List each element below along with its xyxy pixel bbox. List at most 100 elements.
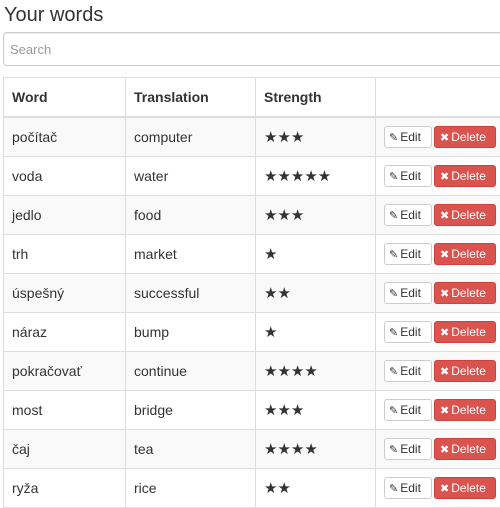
- delete-button-label: Delete: [451, 364, 486, 378]
- delete-button-label: Delete: [451, 325, 486, 339]
- table-row: mostbridge★★★✎Edit✖Delete: [4, 391, 500, 430]
- pencil-icon: ✎: [389, 365, 398, 378]
- actions-cell: ✎Edit✖Delete: [376, 352, 500, 391]
- actions-cell: ✎Edit✖Delete: [376, 157, 500, 196]
- edit-button[interactable]: ✎Edit: [384, 126, 432, 148]
- edit-button[interactable]: ✎Edit: [384, 165, 432, 187]
- delete-button[interactable]: ✖Delete: [434, 438, 496, 460]
- delete-button-label: Delete: [451, 442, 486, 456]
- strength-cell: ★★★★: [256, 430, 376, 469]
- actions-cell: ✎Edit✖Delete: [376, 391, 500, 430]
- strength-stars-icon: ★: [264, 323, 277, 341]
- times-icon: ✖: [440, 209, 449, 222]
- translation-cell: tea: [126, 430, 256, 469]
- edit-button[interactable]: ✎Edit: [384, 438, 432, 460]
- pencil-icon: ✎: [389, 404, 398, 417]
- strength-stars-icon: ★★★: [264, 401, 304, 419]
- strength-cell: ★★★: [256, 196, 376, 235]
- translation-cell: market: [126, 235, 256, 274]
- translation-cell: bump: [126, 313, 256, 352]
- strength-stars-icon: ★★★★: [264, 362, 318, 380]
- times-icon: ✖: [440, 404, 449, 417]
- strength-cell: ★★★: [256, 117, 376, 157]
- strength-cell: ★★★: [256, 391, 376, 430]
- edit-button[interactable]: ✎Edit: [384, 399, 432, 421]
- word-cell: jedlo: [4, 196, 126, 235]
- translation-cell: successful: [126, 274, 256, 313]
- word-cell: trh: [4, 235, 126, 274]
- word-cell: náraz: [4, 313, 126, 352]
- delete-button[interactable]: ✖Delete: [434, 321, 496, 343]
- table-row: nárazbump ★ ✎Edit✖Delete: [4, 313, 500, 352]
- strength-cell: ★★: [256, 274, 376, 313]
- edit-button[interactable]: ✎Edit: [384, 360, 432, 382]
- edit-button-label: Edit: [400, 403, 421, 417]
- strength-cell: ★★★★★: [256, 157, 376, 196]
- table-header-row: Word Translation Strength: [4, 78, 500, 118]
- word-cell: úspešný: [4, 274, 126, 313]
- edit-button[interactable]: ✎Edit: [384, 243, 432, 265]
- pencil-icon: ✎: [389, 131, 398, 144]
- delete-button[interactable]: ✖Delete: [434, 243, 496, 265]
- search-input[interactable]: [3, 32, 500, 66]
- edit-button[interactable]: ✎Edit: [384, 204, 432, 226]
- times-icon: ✖: [440, 170, 449, 183]
- pencil-icon: ✎: [389, 248, 398, 261]
- word-cell: ryža: [4, 469, 126, 508]
- strength-stars-icon: ★★★: [264, 128, 304, 146]
- strength-cell: ★: [256, 235, 376, 274]
- strength-stars-icon: ★: [264, 245, 277, 263]
- pencil-icon: ✎: [389, 209, 398, 222]
- delete-button[interactable]: ✖Delete: [434, 282, 496, 304]
- page-title: Your words: [4, 4, 103, 26]
- table-row: ryžarice★★✎Edit✖Delete: [4, 469, 500, 508]
- times-icon: ✖: [440, 287, 449, 300]
- words-table: Word Translation Strength počítačcompute…: [3, 77, 500, 508]
- delete-button[interactable]: ✖Delete: [434, 477, 496, 499]
- word-cell: počítač: [4, 117, 126, 157]
- translation-cell: bridge: [126, 391, 256, 430]
- delete-button-label: Delete: [451, 130, 486, 144]
- actions-cell: ✎Edit✖Delete: [376, 196, 500, 235]
- times-icon: ✖: [440, 248, 449, 261]
- translation-cell: rice: [126, 469, 256, 508]
- delete-button[interactable]: ✖Delete: [434, 204, 496, 226]
- edit-button[interactable]: ✎Edit: [384, 282, 432, 304]
- table-row: trhmarket★✎Edit✖Delete: [4, 235, 500, 274]
- translation-cell: food: [126, 196, 256, 235]
- edit-button-label: Edit: [400, 442, 421, 456]
- pencil-icon: ✎: [389, 326, 398, 339]
- word-cell: voda: [4, 157, 126, 196]
- pencil-icon: ✎: [389, 443, 398, 456]
- word-cell: most: [4, 391, 126, 430]
- actions-cell: ✎Edit✖Delete: [376, 469, 500, 508]
- delete-button[interactable]: ✖Delete: [434, 399, 496, 421]
- translation-cell: water: [126, 157, 256, 196]
- delete-button-label: Delete: [451, 403, 486, 417]
- edit-button[interactable]: ✎Edit: [384, 477, 432, 499]
- delete-button[interactable]: ✖Delete: [434, 165, 496, 187]
- strength-cell: ★: [256, 313, 376, 352]
- times-icon: ✖: [440, 365, 449, 378]
- delete-button-label: Delete: [451, 286, 486, 300]
- edit-button-label: Edit: [400, 364, 421, 378]
- edit-button-label: Edit: [400, 286, 421, 300]
- pencil-icon: ✎: [389, 170, 398, 183]
- strength-stars-icon: ★★: [264, 284, 291, 302]
- delete-button[interactable]: ✖Delete: [434, 360, 496, 382]
- delete-button-label: Delete: [451, 208, 486, 222]
- strength-cell: ★★: [256, 469, 376, 508]
- actions-cell: ✎Edit✖Delete: [376, 274, 500, 313]
- actions-cell: ✎Edit✖Delete: [376, 117, 500, 157]
- actions-cell: ✎Edit✖Delete: [376, 430, 500, 469]
- translation-cell: computer: [126, 117, 256, 157]
- delete-button-label: Delete: [451, 169, 486, 183]
- word-cell: pokračovať: [4, 352, 126, 391]
- times-icon: ✖: [440, 443, 449, 456]
- edit-button[interactable]: ✎Edit: [384, 321, 432, 343]
- times-icon: ✖: [440, 131, 449, 144]
- delete-button[interactable]: ✖Delete: [434, 126, 496, 148]
- pencil-icon: ✎: [389, 482, 398, 495]
- translation-cell: continue: [126, 352, 256, 391]
- edit-button-label: Edit: [400, 247, 421, 261]
